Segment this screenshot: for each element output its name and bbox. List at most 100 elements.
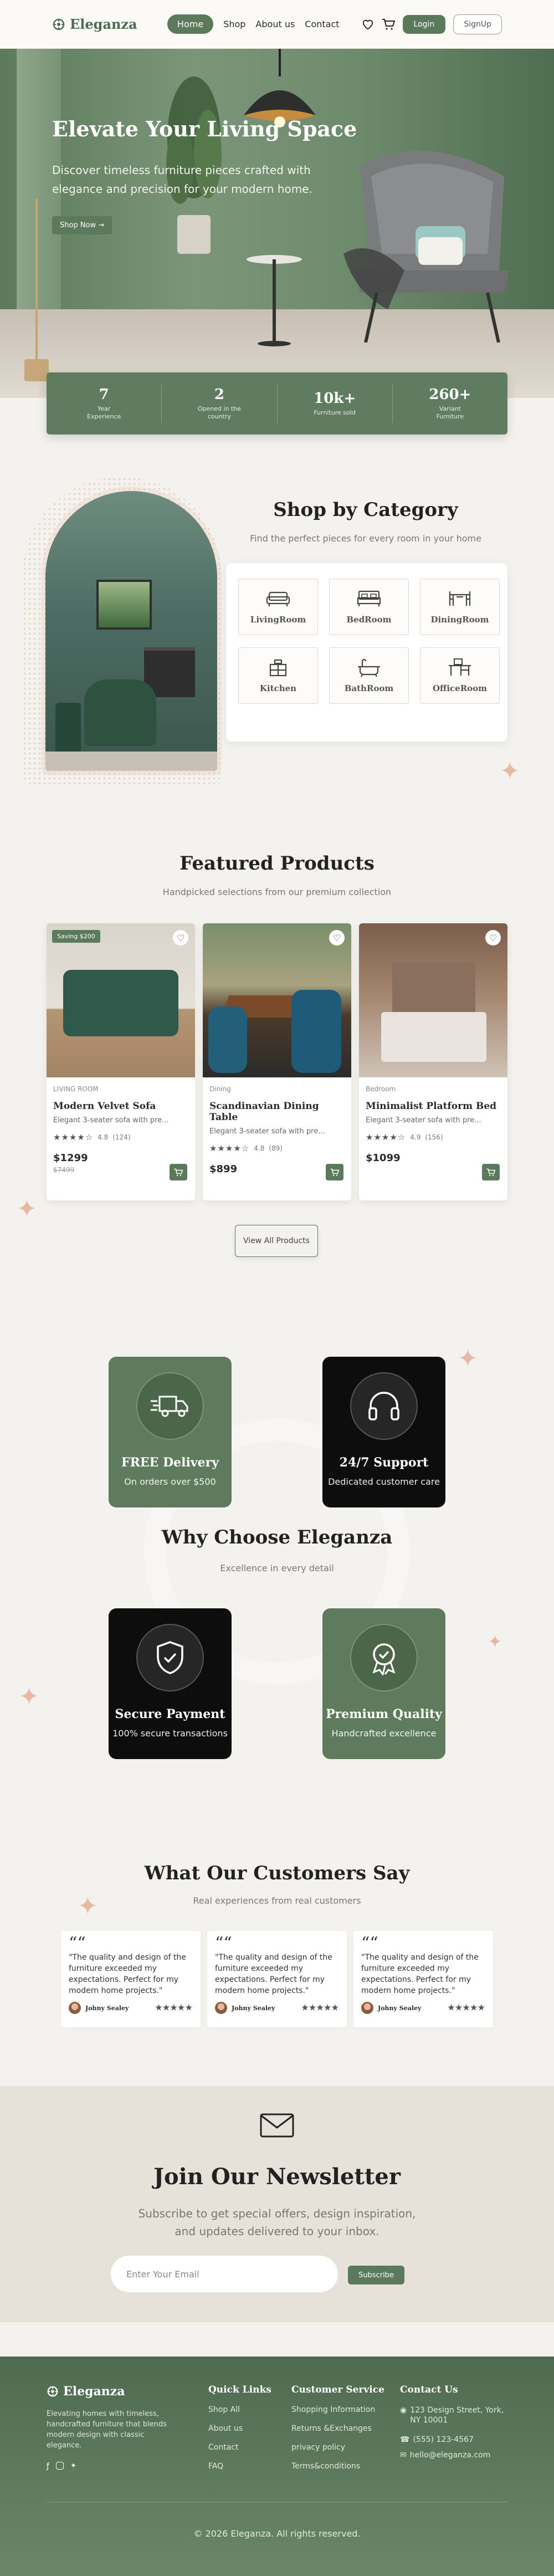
star-rating-icon: ★★★★★ — [155, 2003, 193, 2012]
category-section-title: Shop by Category — [273, 499, 458, 521]
wishlist-button[interactable]: ♡ — [173, 930, 188, 945]
category-section-subtitle: Find the perfect pieces for every room i… — [250, 533, 481, 544]
feature-icon-ring — [136, 1372, 204, 1440]
nav-link-shop[interactable]: Shop — [223, 19, 245, 29]
footer-phone[interactable]: ☎ (555) 123-4567 — [400, 2435, 511, 2444]
heart-icon[interactable] — [362, 19, 374, 30]
product-name[interactable]: Minimalist Platform Bed — [366, 1101, 501, 1112]
social-icons: ƒ ✦ — [47, 2462, 179, 2471]
product-category: Bedroom — [366, 1085, 396, 1093]
review-count: (89) — [269, 1144, 283, 1152]
cart-icon[interactable] — [382, 18, 395, 30]
product-card[interactable]: ♡ Dining Scandinavian Dining Table Elega… — [203, 923, 351, 1200]
product-name[interactable]: Modern Velvet Sofa — [53, 1101, 188, 1112]
nav-link-home[interactable]: Home — [167, 14, 214, 34]
category-bathroom[interactable]: BathRoom — [329, 647, 409, 704]
category-living-room[interactable]: LivingRoom — [238, 579, 318, 635]
shop-now-button[interactable]: Shop Now → — [52, 216, 112, 234]
footer-link-shop-all[interactable]: Shop All — [208, 2405, 271, 2414]
heart-icon: ♡ — [176, 932, 185, 943]
login-button[interactable]: Login — [402, 14, 446, 34]
cart-icon — [486, 1168, 495, 1176]
category-label: Kitchen — [259, 683, 297, 693]
footer-link-faq[interactable]: FAQ — [208, 2462, 271, 2471]
sparkle-decoration: ✦ — [17, 1195, 37, 1223]
star-rating-icon: ★★★★☆ — [53, 1132, 94, 1142]
instagram-icon[interactable] — [55, 2462, 64, 2470]
product-rating: ★★★★☆ 4.8 (124) — [53, 1132, 188, 1142]
why-title: Why Choose Eleganza — [161, 1526, 393, 1548]
testimonial-card: ““ "The quality and design of the furnit… — [61, 1931, 201, 2027]
testimonial-text: "The quality and design of the furniture… — [215, 1953, 332, 1995]
customer-service-title: Customer Service — [291, 2384, 384, 2395]
dining-table-icon — [449, 591, 471, 606]
footer-link-shopping-info[interactable]: Shopping Information — [291, 2405, 384, 2414]
footer-link-about[interactable]: About us — [208, 2424, 271, 2433]
category-dining-room[interactable]: DiningRoom — [420, 579, 500, 635]
feature-title: Premium Quality — [326, 1707, 442, 1721]
product-card[interactable]: ♡ Bedroom Minimalist Platform Bed Elegan… — [359, 923, 507, 1200]
headphones-icon — [368, 1392, 399, 1420]
wishlist-button[interactable]: ♡ — [485, 930, 501, 945]
add-to-cart-button[interactable] — [482, 1164, 500, 1180]
footer-link-terms[interactable]: Terms&conditions — [291, 2462, 384, 2471]
saving-badge: Saving $200 — [52, 930, 100, 943]
shop-now-label: Shop Now — [60, 221, 96, 229]
product-description: Elegant 3-seater sofa with pre... — [209, 1127, 325, 1136]
review-count: (156) — [425, 1133, 443, 1141]
brand-logo[interactable]: Eleganza — [52, 16, 137, 32]
footer-logo[interactable]: Eleganza — [47, 2384, 179, 2399]
category-office-room[interactable]: OfficeRoom — [420, 647, 500, 704]
add-to-cart-button[interactable] — [326, 1164, 343, 1180]
email-input[interactable]: Enter Your Email — [111, 2256, 338, 2292]
cart-icon — [174, 1168, 183, 1176]
product-card[interactable]: Saving $200 ♡ LIVING ROOM Modern Velvet … — [47, 923, 195, 1200]
heart-icon: ♡ — [332, 932, 341, 943]
footer-link-returns[interactable]: Returns &Exchanges — [291, 2424, 384, 2433]
stat-value: 260+ — [429, 386, 471, 403]
product-name[interactable]: Scandinavian Dining Table — [209, 1101, 345, 1123]
view-all-products-button[interactable]: View All Products — [235, 1225, 318, 1257]
contact-col: Contact Us ◉ 123 Design Street, York, NY … — [400, 2384, 511, 2460]
product-image: Saving $200 ♡ — [47, 923, 195, 1077]
signup-button[interactable]: SignUp — [453, 14, 502, 34]
star-rating-icon: ★★★★☆ — [366, 1132, 406, 1142]
feature-card-support: 24/7 Support Dedicated customer care — [322, 1357, 445, 1507]
category-label: DiningRoom — [430, 615, 489, 625]
why-subtitle: Excellence in every detail — [220, 1563, 334, 1573]
nav-link-about[interactable]: About us — [255, 19, 295, 29]
product-description: Elegant 3-seater sofa with pre... — [366, 1116, 481, 1125]
phone-icon: ☎ — [400, 2435, 410, 2444]
hero-subtitle: Discover timeless furniture pieces craft… — [52, 163, 312, 196]
mail-icon: ✉ — [400, 2451, 407, 2460]
category-kitchen[interactable]: Kitchen — [238, 647, 318, 704]
wishlist-button[interactable]: ♡ — [329, 930, 345, 945]
sparkle-decoration: ✦ — [488, 1631, 502, 1652]
quick-links-title: Quick Links — [208, 2384, 271, 2395]
twitter-icon[interactable]: ✦ — [70, 2462, 76, 2471]
subscribe-button[interactable]: Subscribe — [348, 2266, 404, 2284]
footer-email[interactable]: ✉ hello@eleganza.com — [400, 2451, 511, 2460]
author-name: Johny Sealey — [232, 2004, 275, 2012]
rating-value: 4.9 — [410, 1133, 421, 1141]
footer-link-privacy[interactable]: privacy policy — [291, 2443, 384, 2452]
product-rating: ★★★★☆ 4.8 (89) — [209, 1143, 345, 1153]
testimonial-text: "The quality and design of the furniture… — [361, 1953, 479, 1995]
add-to-cart-button[interactable] — [170, 1164, 187, 1180]
footer-link-contact[interactable]: Contact — [208, 2443, 271, 2452]
quote-icon: ““ — [69, 1934, 86, 1953]
newsletter-title: Join Our Newsletter — [153, 2164, 401, 2190]
footer-address: ◉ 123 Design Street, York, NY 10001 — [400, 2405, 511, 2425]
hero-title: Elevate Your Living Space — [52, 116, 357, 141]
brand-emblem-icon — [47, 2386, 58, 2397]
sparkle-decoration: ✦ — [458, 1345, 478, 1373]
stat-variant: 260+ Variant Furniture — [393, 384, 507, 423]
avatar — [69, 2002, 81, 2014]
category-bedroom[interactable]: BedRoom — [329, 579, 409, 635]
stats-bar: 7 Year Experience 2 Opened in the countr… — [47, 372, 507, 435]
product-image: ♡ — [359, 923, 507, 1077]
shield-check-icon — [157, 1641, 183, 1674]
stat-label: Furniture sold — [314, 409, 356, 416]
facebook-icon[interactable]: ƒ — [47, 2462, 49, 2471]
nav-link-contact[interactable]: Contact — [305, 19, 339, 29]
